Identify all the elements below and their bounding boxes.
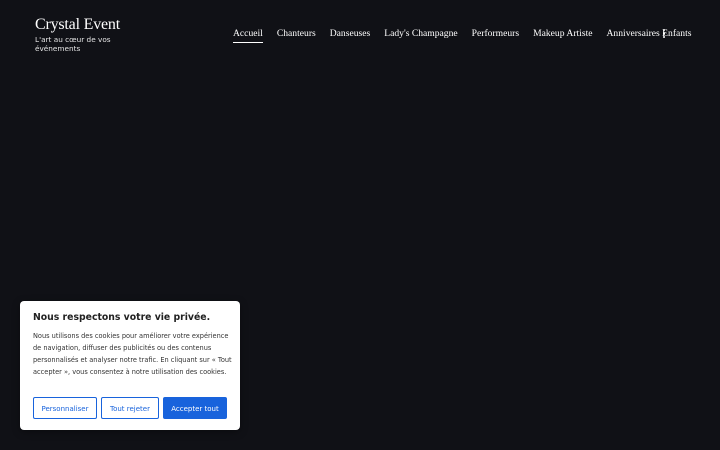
- accept-all-button[interactable]: Accepter tout: [163, 397, 227, 419]
- nav-item-chanteurs[interactable]: Chanteurs: [277, 28, 316, 42]
- reject-all-button[interactable]: Tout rejeter: [101, 397, 159, 419]
- nav-item-accueil[interactable]: Accueil: [233, 28, 263, 43]
- main-nav: Accueil Chanteurs Danseuses Lady's Champ…: [233, 28, 706, 44]
- site-tagline: L'art au cœur de vos événements: [35, 35, 111, 53]
- nav-item-danseuses[interactable]: Danseuses: [330, 28, 371, 42]
- cookie-title: Nous respectons votre vie privée.: [33, 312, 211, 323]
- customize-button[interactable]: Personnaliser: [33, 397, 97, 419]
- cookie-description: Nous utilisons des cookies pour améliore…: [33, 332, 232, 376]
- brand[interactable]: Crystal Event L'art au cœur de vos événe…: [35, 16, 125, 53]
- site-title[interactable]: Crystal Event: [35, 16, 125, 34]
- vertical-dots-icon[interactable]: [662, 29, 666, 39]
- nav-item-anniversaires-enfants[interactable]: Anniversaires Enfants: [607, 28, 692, 42]
- cookie-consent-banner: Nous respectons votre vie privée. Nous u…: [20, 301, 240, 430]
- nav-item-ladys-champagne[interactable]: Lady's Champagne: [384, 28, 457, 42]
- nav-item-makeup-artiste[interactable]: Makeup Artiste: [533, 28, 592, 42]
- nav-item-performeurs[interactable]: Performeurs: [472, 28, 519, 42]
- site-header: Crystal Event L'art au cœur de vos événe…: [0, 0, 720, 60]
